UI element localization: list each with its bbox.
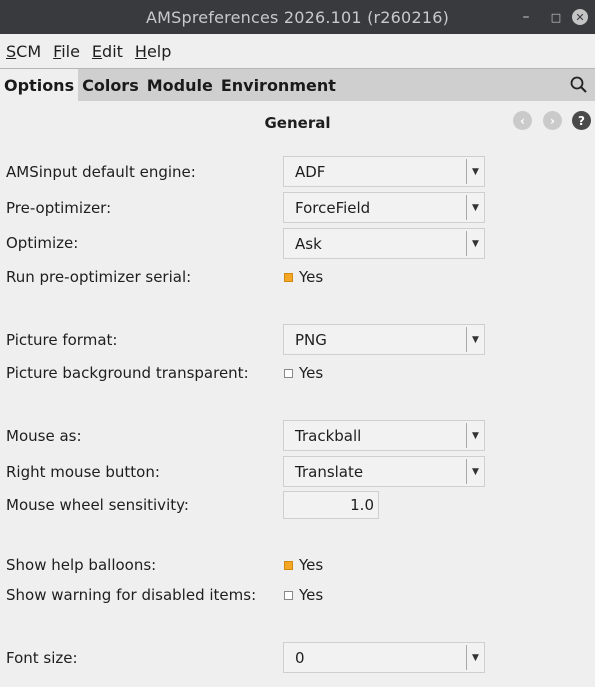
- tab-environment[interactable]: Environment: [217, 69, 340, 101]
- section-title: General: [264, 114, 331, 132]
- dropdown-arrow-icon: ▼: [466, 423, 484, 448]
- picture-format-select[interactable]: PNG ▼: [283, 324, 485, 355]
- preopt-label: Pre-optimizer:: [6, 199, 112, 217]
- mouse-as-value: Trackball: [295, 426, 362, 445]
- picture-bg-value: Yes: [299, 364, 324, 382]
- close-button[interactable]: ✕: [570, 0, 590, 34]
- picture-format-value: PNG: [295, 330, 327, 349]
- back-arrow-icon[interactable]: ‹: [513, 111, 532, 130]
- title-bar: AMSpreferences 2026.101 (r260216) – □ ✕: [0, 0, 595, 34]
- help-icon[interactable]: ?: [572, 111, 591, 130]
- menu-edit[interactable]: Edit: [86, 42, 129, 61]
- preopt-serial-label: Run pre-optimizer serial:: [6, 268, 192, 286]
- tab-colors[interactable]: Colors: [78, 69, 143, 101]
- optimize-select[interactable]: Ask ▼: [283, 228, 485, 259]
- warn-disabled-label: Show warning for disabled items:: [6, 586, 257, 604]
- dropdown-arrow-icon: ▼: [466, 327, 484, 352]
- checkbox-box: [284, 368, 293, 378]
- right-mouse-value: Translate: [295, 462, 364, 481]
- font-size-select[interactable]: 0 ▼: [283, 642, 485, 673]
- font-size-value: 0: [295, 648, 305, 667]
- search-icon[interactable]: [568, 74, 590, 96]
- forward-arrow-icon[interactable]: ›: [543, 111, 562, 130]
- wheel-label: Mouse wheel sensitivity:: [6, 496, 189, 514]
- checkbox-box: [284, 272, 293, 282]
- tab-module[interactable]: Module: [143, 69, 217, 101]
- dropdown-arrow-icon: ▼: [466, 195, 484, 220]
- maximize-button[interactable]: □: [546, 0, 566, 34]
- menu-help[interactable]: Help: [129, 42, 177, 61]
- picture-bg-checkbox[interactable]: Yes: [284, 364, 323, 382]
- wheel-sensitivity-input[interactable]: 1.0: [283, 491, 379, 519]
- menu-scm[interactable]: SCM: [0, 42, 47, 61]
- warn-disabled-value: Yes: [299, 586, 324, 604]
- preopt-select[interactable]: ForceField ▼: [283, 192, 485, 223]
- tab-bar: Options Colors Module Environment: [0, 68, 595, 101]
- preopt-serial-checkbox[interactable]: Yes: [284, 268, 323, 286]
- engine-label: AMSinput default engine:: [6, 163, 196, 181]
- help-balloons-value: Yes: [299, 556, 324, 574]
- window-title: AMSpreferences 2026.101 (r260216): [145, 7, 450, 27]
- right-mouse-select[interactable]: Translate ▼: [283, 456, 485, 487]
- right-mouse-label: Right mouse button:: [6, 463, 160, 481]
- tab-options[interactable]: Options: [0, 69, 79, 101]
- engine-value: ADF: [295, 162, 326, 181]
- engine-select[interactable]: ADF ▼: [283, 156, 485, 187]
- checkbox-box: [284, 590, 293, 600]
- dropdown-arrow-icon: ▼: [466, 159, 484, 184]
- picture-bg-label: Picture background transparent:: [6, 364, 249, 382]
- warn-disabled-checkbox[interactable]: Yes: [284, 586, 323, 604]
- font-size-label: Font size:: [6, 649, 78, 667]
- preopt-value: ForceField: [295, 198, 371, 217]
- close-icon: ✕: [572, 9, 588, 25]
- optimize-label: Optimize:: [6, 234, 79, 252]
- optimize-value: Ask: [295, 234, 322, 253]
- picture-format-label: Picture format:: [6, 331, 118, 349]
- preopt-serial-value: Yes: [299, 268, 324, 286]
- menu-bar: SCM File Edit Help: [0, 34, 595, 68]
- help-balloons-checkbox[interactable]: Yes: [284, 556, 323, 574]
- checkbox-box: [284, 560, 293, 570]
- menu-file[interactable]: File: [47, 42, 86, 61]
- minimize-button[interactable]: –: [516, 0, 536, 34]
- help-balloons-label: Show help balloons:: [6, 556, 157, 574]
- dropdown-arrow-icon: ▼: [466, 459, 484, 484]
- dropdown-arrow-icon: ▼: [466, 231, 484, 256]
- mouse-as-label: Mouse as:: [6, 427, 82, 445]
- dropdown-arrow-icon: ▼: [466, 645, 484, 670]
- mouse-as-select[interactable]: Trackball ▼: [283, 420, 485, 451]
